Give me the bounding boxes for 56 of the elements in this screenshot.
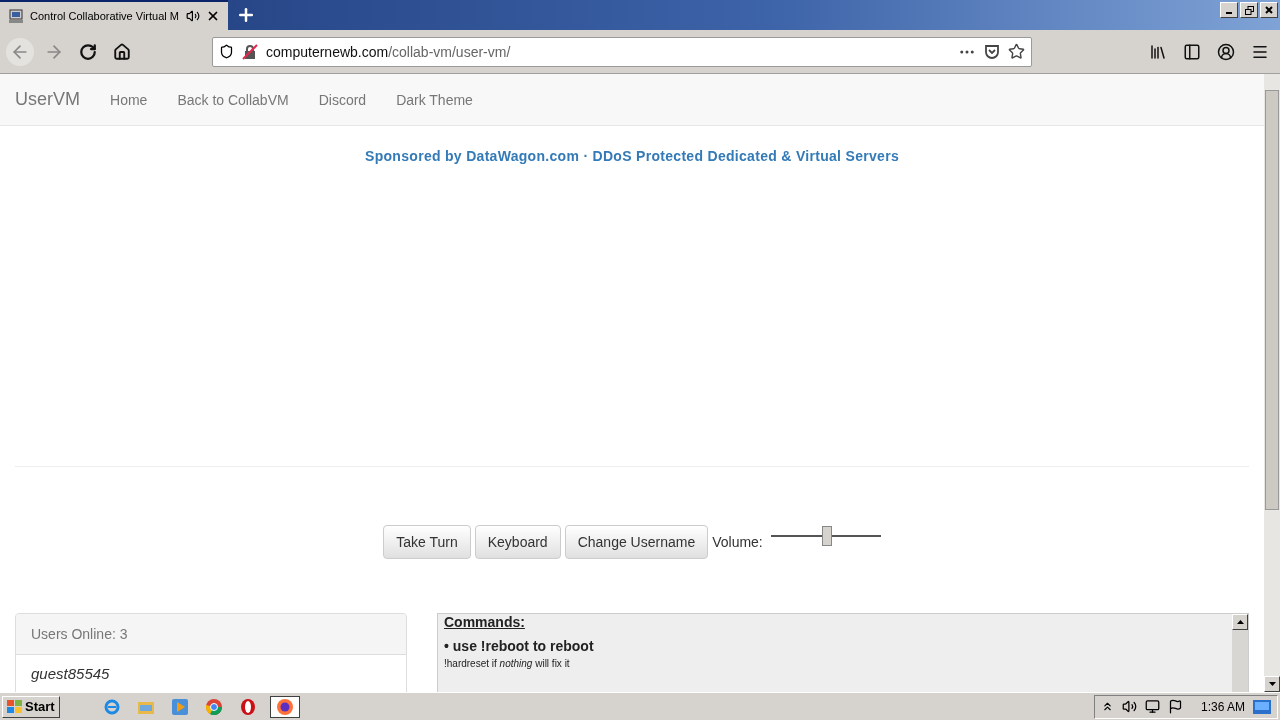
commands-heading: Commands: xyxy=(444,614,526,630)
windows-logo-icon xyxy=(7,699,23,714)
speaker-icon[interactable] xyxy=(1121,699,1137,714)
down-triangle-icon xyxy=(1268,682,1276,686)
clock[interactable]: 1:36 AM xyxy=(1200,699,1245,714)
up-triangle-icon xyxy=(1236,620,1244,624)
close-button[interactable] xyxy=(1260,2,1278,18)
firefox-icon xyxy=(276,698,293,715)
flag-icon[interactable] xyxy=(1167,699,1183,714)
scrollbar-thumb[interactable] xyxy=(1265,90,1279,510)
nav-link[interactable]: Dark Theme xyxy=(396,91,473,108)
nav-link[interactable]: Home xyxy=(110,91,148,108)
sponsor-link[interactable]: Sponsored by DataWagon.com · DDoS Protected Dedicated & Virtual Servers xyxy=(0,148,1264,164)
nav-link[interactable]: Back to CollabVM xyxy=(177,91,289,108)
action-button[interactable]: Take Turn xyxy=(383,525,471,559)
scroll-up-button[interactable] xyxy=(1232,614,1248,630)
tab-title: Control Collaborative Virtual M xyxy=(30,10,180,22)
slider-thumb[interactable] xyxy=(821,526,832,546)
restore-icon xyxy=(1244,5,1254,15)
taskbar-app[interactable] xyxy=(269,695,300,718)
desktop-icon[interactable] xyxy=(1253,698,1271,715)
computer-icon xyxy=(8,8,24,24)
close-icon xyxy=(1265,6,1273,14)
account-icon[interactable] xyxy=(1217,42,1235,61)
chrome-icon xyxy=(205,698,222,715)
start-button[interactable]: Start xyxy=(2,695,60,718)
play-icon xyxy=(171,698,188,715)
browser-e-icon xyxy=(103,698,120,715)
scroll-down-button[interactable] xyxy=(1264,676,1280,692)
volume-label: Volume: xyxy=(712,534,763,550)
minimize-button[interactable] xyxy=(1220,2,1238,18)
sidebar-icon[interactable] xyxy=(1183,42,1201,61)
shield-icon xyxy=(219,44,234,59)
home-icon[interactable] xyxy=(113,42,131,61)
restore-button[interactable] xyxy=(1240,2,1258,18)
close-icon[interactable] xyxy=(206,9,220,23)
new-tab-icon[interactable] xyxy=(236,5,256,25)
command-note: !hardreset if nothing will fix it xyxy=(444,658,571,669)
speaker-icon[interactable] xyxy=(186,9,200,23)
nav-link[interactable]: Discord xyxy=(318,91,367,108)
bookmark-star-icon[interactable] xyxy=(1008,43,1025,60)
action-button[interactable]: Change Username xyxy=(564,525,709,559)
url-text: computernewb.com/collab-vm/user-vm/ xyxy=(266,43,512,60)
opera-icon xyxy=(239,698,256,715)
command-title: • use !reboot to reboot xyxy=(444,638,595,654)
pocket-icon[interactable] xyxy=(984,43,1000,60)
browser-tab[interactable]: Control Collaborative Virtual M xyxy=(0,0,228,30)
action-button[interactable]: Keyboard xyxy=(474,525,561,559)
user-name[interactable]: guest85545 xyxy=(16,655,406,692)
reload-icon[interactable] xyxy=(79,42,97,61)
address-bar[interactable]: computernewb.com/collab-vm/user-vm/ xyxy=(212,36,1032,67)
folder-icon xyxy=(137,699,154,714)
insecure-lock-icon xyxy=(242,43,258,60)
users-header: Users Online: 3 xyxy=(16,614,406,655)
brand-link[interactable]: UserVM xyxy=(15,89,80,110)
library-icon[interactable] xyxy=(1149,42,1167,61)
